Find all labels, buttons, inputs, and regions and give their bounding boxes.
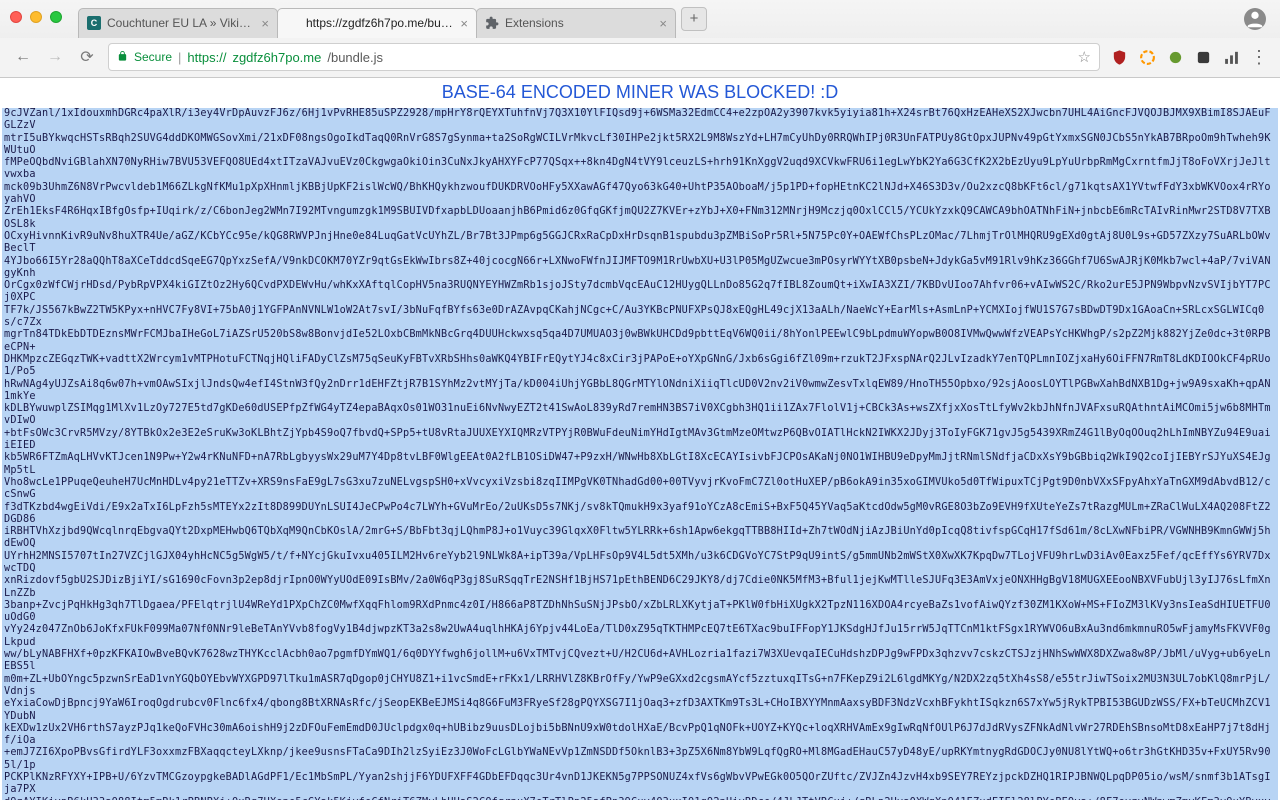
chrome-menu-button[interactable]: ⋮ (1250, 47, 1268, 68)
tab-label: https://zgdfz6h7po.me/bundle (306, 16, 454, 30)
extension-green-icon[interactable] (1166, 48, 1184, 66)
extension-dark-icon[interactable] (1194, 48, 1212, 66)
close-tab-icon[interactable]: × (659, 16, 667, 31)
url-scheme: https:// (187, 50, 226, 65)
minimize-window-button[interactable] (30, 11, 42, 23)
profile-avatar-icon[interactable] (1244, 8, 1266, 30)
tab-couchtuner[interactable]: C Couchtuner EU LA » Vikings S × (78, 8, 278, 38)
address-bar[interactable]: Secure | https://zgdfz6h7po.me/bundle.js… (108, 43, 1100, 71)
secure-label: Secure (134, 50, 172, 64)
close-tab-icon[interactable]: × (460, 16, 468, 31)
tab-label: Couchtuner EU LA » Vikings S (107, 16, 255, 30)
favicon-puzzle-icon (485, 16, 499, 30)
bookmark-star-icon[interactable]: ☆ (1078, 48, 1091, 66)
reload-button[interactable]: ⟳ (76, 46, 98, 68)
close-window-button[interactable] (10, 11, 22, 23)
close-tab-icon[interactable]: × (261, 16, 269, 31)
new-tab-button[interactable]: + (681, 7, 707, 31)
url-path: /bundle.js (327, 50, 383, 65)
tab-extensions[interactable]: Extensions × (476, 8, 676, 38)
blocked-banner: BASE-64 ENCODED MINER WAS BLOCKED! :D (0, 78, 1280, 105)
back-button[interactable]: ← (12, 46, 34, 68)
extension-orange-icon[interactable] (1138, 48, 1156, 66)
tab-label: Extensions (505, 16, 653, 30)
base64-blob: 9cJVZanl/1xIdouxmhDGRc4paXlR/i3ey4VrDpAu… (2, 108, 1278, 800)
extension-bars-icon[interactable] (1222, 48, 1240, 66)
toolbar: ← → ⟳ Secure | https://zgdfz6h7po.me/bun… (0, 38, 1280, 77)
extension-icons (1110, 48, 1240, 66)
ublock-shield-icon[interactable] (1110, 48, 1128, 66)
tab-bundlejs[interactable]: https://zgdfz6h7po.me/bundle × (277, 8, 477, 38)
forward-button: → (44, 46, 66, 68)
url-host: zgdfz6h7po.me (232, 50, 321, 65)
window-controls[interactable] (10, 11, 62, 23)
favicon-generic-icon (286, 16, 300, 30)
favicon-couchtuner-icon: C (87, 16, 101, 30)
zoom-window-button[interactable] (50, 11, 62, 23)
tab-bar: C Couchtuner EU LA » Vikings S × https:/… (78, 8, 675, 38)
lock-icon (117, 50, 128, 65)
